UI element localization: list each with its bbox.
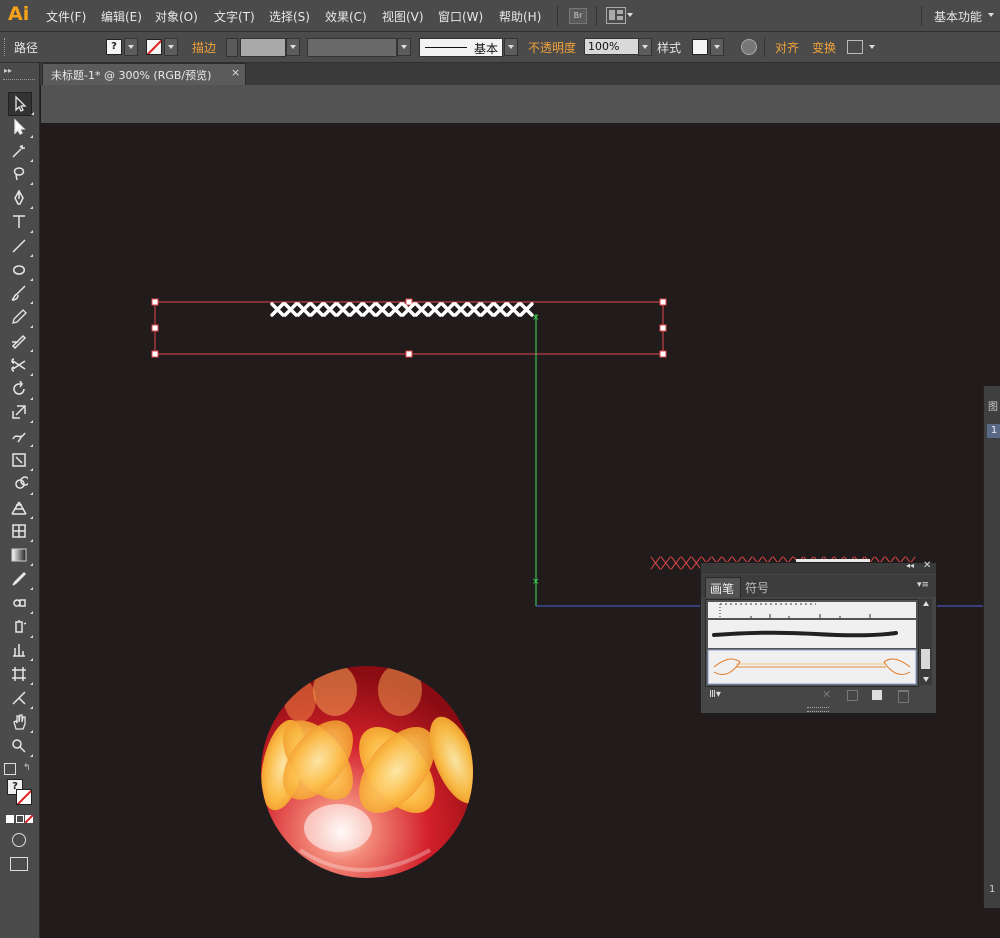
pattern-tile (322, 302, 338, 317)
pattern-tile (670, 556, 681, 570)
pattern-tile (375, 302, 390, 317)
pattern-tile (427, 302, 442, 317)
selection-handle[interactable] (659, 324, 667, 332)
brush-list[interactable] (705, 599, 919, 687)
pattern-tile (296, 302, 311, 317)
selection-handle[interactable] (405, 350, 413, 358)
pattern-tile (479, 302, 495, 317)
collapse-panel-icon[interactable]: ◂◂ (906, 561, 914, 570)
dock-panel-label[interactable]: 图 (988, 398, 998, 413)
tab-symbols[interactable]: 符号 (745, 579, 769, 596)
right-panel-dock: 图 1 1 (983, 386, 1000, 908)
resize-grip-icon[interactable] (807, 707, 829, 712)
pattern-tile (453, 302, 469, 317)
pattern-tile (681, 556, 692, 570)
brush-list-scrollbar[interactable] (920, 599, 932, 685)
brushes-panel: ◂◂ ✕ 画笔 符号 ▾≡ Ⅲ▾ ✕ (700, 560, 937, 714)
scroll-down-icon[interactable] (923, 677, 929, 682)
selection-handle[interactable] (405, 298, 413, 306)
pattern-tile (309, 302, 325, 317)
pattern-tile (650, 556, 661, 570)
dock-layer-item[interactable]: 1 (987, 424, 1000, 438)
guide-marker: × (532, 577, 540, 587)
decorated-sphere[interactable] (254, 664, 491, 878)
panel-menu-icon[interactable]: ▾≡ (917, 580, 929, 590)
guide-marker: × (532, 313, 540, 323)
pattern-tile (414, 302, 429, 317)
selection-handle[interactable] (659, 298, 667, 306)
selection-handle[interactable] (151, 350, 159, 358)
brush-libraries-menu-icon[interactable]: Ⅲ▾ (709, 689, 721, 700)
pattern-tile (388, 302, 403, 317)
selection-handle[interactable] (659, 350, 667, 358)
pattern-tile (506, 302, 521, 317)
pattern-tile (440, 302, 456, 317)
pattern-tile (270, 302, 285, 317)
pattern-tile (466, 302, 482, 317)
remove-brush-stroke-icon[interactable]: ✕ (822, 688, 831, 701)
scrollbar-thumb[interactable] (921, 649, 930, 669)
pattern-tile (519, 302, 534, 317)
selection-handle[interactable] (151, 324, 159, 332)
scroll-up-icon[interactable] (923, 601, 929, 606)
pattern-brush-stroke[interactable] (270, 302, 534, 317)
pattern-tile (660, 556, 671, 570)
dock-counter: 1 (989, 884, 996, 895)
pattern-tile (492, 302, 508, 317)
pattern-tile (348, 302, 364, 317)
selection-handle[interactable] (151, 298, 159, 306)
pattern-tile (361, 302, 377, 317)
artwork-layer: × × (151, 298, 983, 878)
delete-brush-icon[interactable] (898, 690, 909, 703)
pattern-tile (283, 302, 298, 317)
brush-options-icon[interactable] (847, 690, 858, 701)
panel-title-bar[interactable]: ◂◂ ✕ (701, 560, 936, 574)
pattern-tile (401, 302, 416, 317)
pattern-tile (335, 302, 351, 317)
close-icon[interactable]: ✕ (923, 560, 931, 571)
tab-brushes[interactable]: 画笔 (705, 577, 741, 598)
new-brush-icon[interactable] (872, 690, 882, 700)
